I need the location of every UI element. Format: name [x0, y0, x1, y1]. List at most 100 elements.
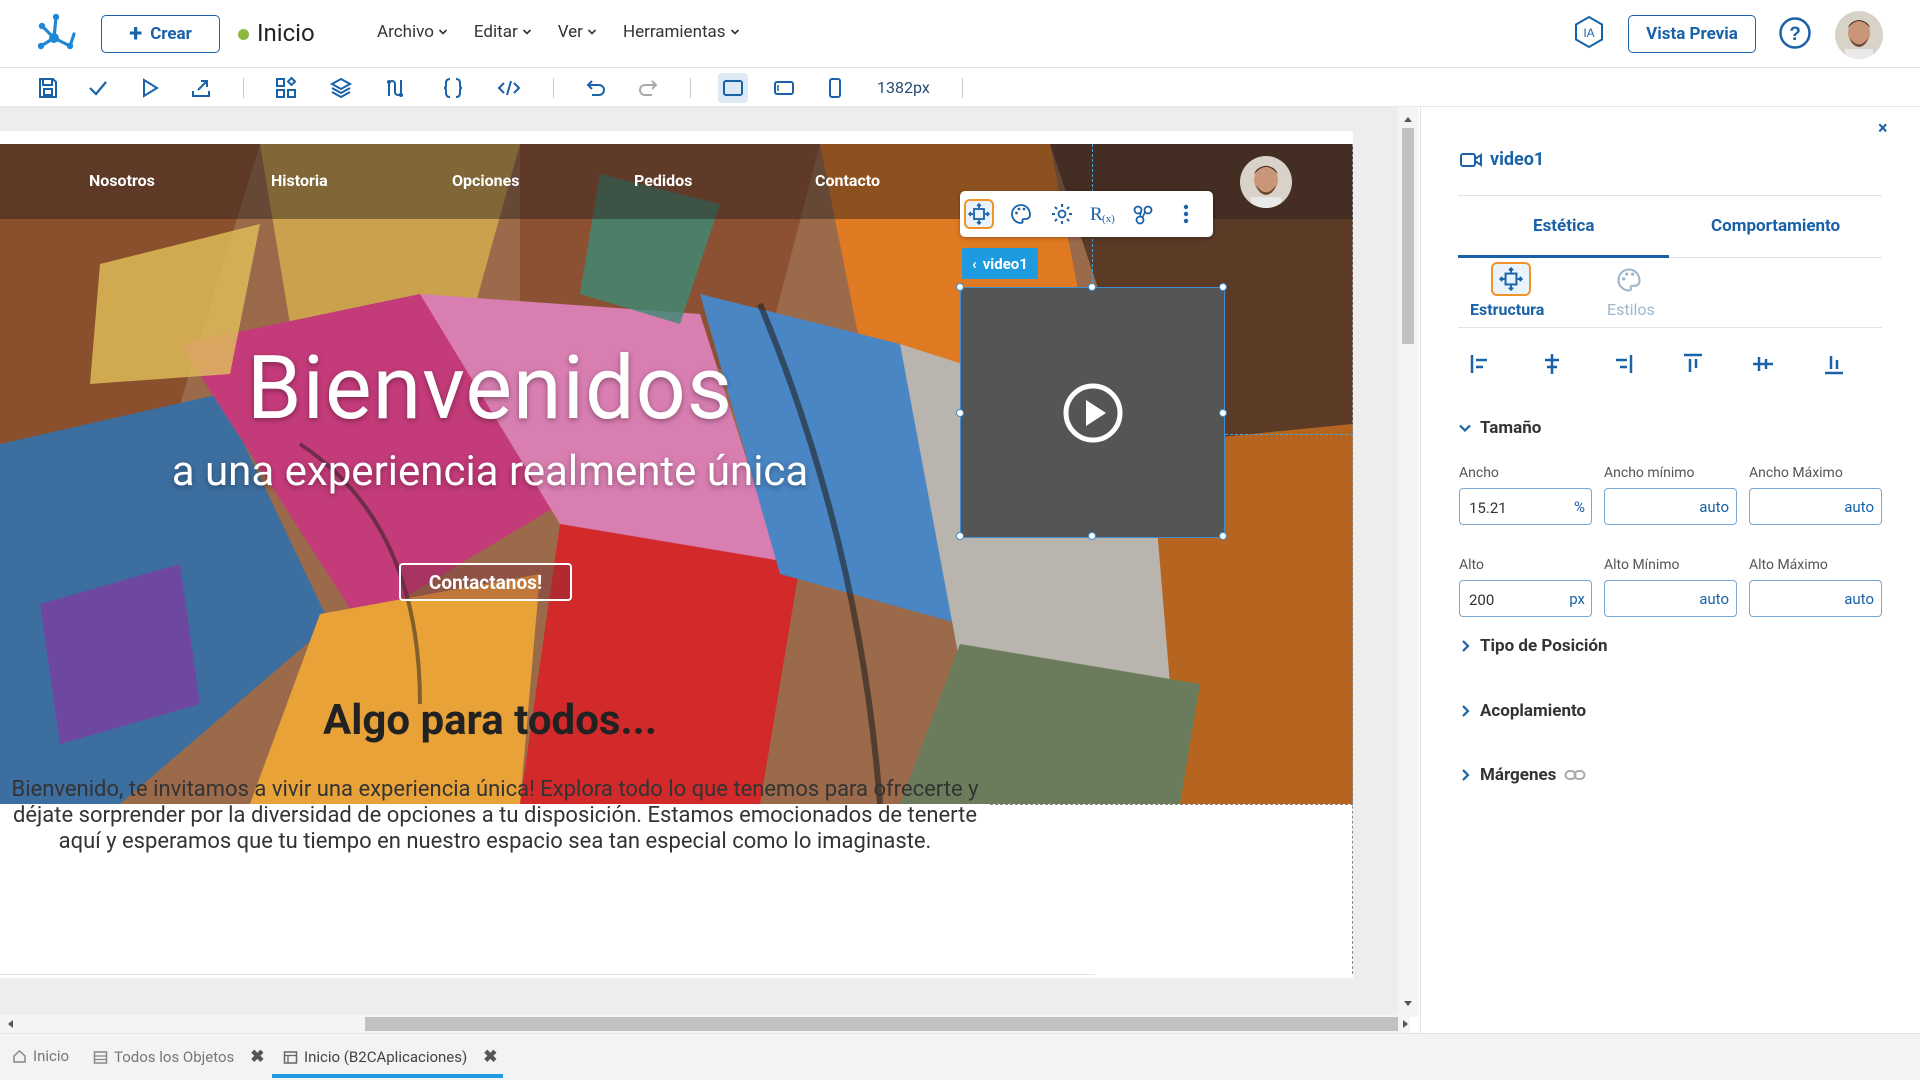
site-avatar[interactable] [1240, 156, 1292, 208]
page-preview: Nosotros Historia Opciones Pedidos Conta… [0, 131, 1353, 978]
layers-icon[interactable] [329, 76, 353, 100]
bottom-tab-label: Todos los Objetos [114, 1048, 235, 1066]
align-left-icon[interactable] [1467, 350, 1495, 378]
tab-comportamiento[interactable]: Comportamiento [1711, 216, 1840, 236]
menu-archivo[interactable]: Archivo [377, 22, 448, 42]
section-acoplamiento[interactable]: Acoplamiento [1458, 701, 1586, 721]
height-field[interactable]: 200 px [1459, 580, 1592, 617]
move-icon[interactable] [964, 199, 994, 229]
vertical-scrollbar-thumb[interactable] [1402, 128, 1414, 344]
desktop-view-icon[interactable] [721, 76, 745, 100]
undo-icon[interactable] [584, 76, 608, 100]
scroll-down-icon[interactable] [1398, 996, 1418, 1012]
resize-handle[interactable] [956, 283, 964, 291]
toolbar-separator [243, 78, 244, 98]
section-tipo-de-posicion[interactable]: Tipo de Posición [1458, 636, 1608, 656]
resize-handle[interactable] [1219, 409, 1227, 417]
toolbar: 1382px [0, 69, 1920, 107]
resize-handle[interactable] [1219, 532, 1227, 540]
bottom-tab-inicio[interactable]: Inicio [12, 1047, 69, 1065]
resize-handle[interactable] [956, 409, 964, 417]
contact-button[interactable]: Contactanos! [399, 563, 572, 601]
palette-icon[interactable] [1006, 199, 1036, 229]
horizontal-scrollbar-thumb[interactable] [365, 1017, 1398, 1031]
play-icon[interactable] [138, 76, 162, 100]
components-icon[interactable] [274, 76, 298, 100]
code-icon[interactable] [497, 76, 521, 100]
braces-icon[interactable] [441, 76, 465, 100]
card-body-line: déjate sorprender por la diversidad de o… [12, 803, 978, 828]
rules-icon[interactable]: R (x) [1088, 199, 1118, 229]
page-icon [283, 1050, 298, 1064]
mobile-view-icon[interactable] [823, 76, 847, 100]
menu-ver[interactable]: Ver [558, 22, 597, 42]
nav-link-pedidos[interactable]: Pedidos [634, 171, 692, 190]
align-bottom-icon[interactable] [1820, 350, 1848, 378]
save-icon[interactable] [36, 76, 60, 100]
align-center-vertical-icon[interactable] [1749, 350, 1777, 378]
resize-handle[interactable] [1088, 283, 1096, 291]
nav-link-contacto[interactable]: Contacto [815, 171, 880, 190]
bottom-tab-inicio-b2c[interactable]: Inicio (B2CAplicaciones) ✖ [283, 1047, 497, 1067]
user-avatar[interactable] [1835, 11, 1883, 59]
subtab-estilos[interactable]: Estilos [1607, 300, 1655, 319]
design-canvas[interactable]: Nosotros Historia Opciones Pedidos Conta… [0, 107, 1405, 1033]
width-unit[interactable]: % [1574, 498, 1585, 516]
settings-gear-icon[interactable] [1047, 199, 1077, 229]
min-height-field[interactable]: auto [1604, 580, 1737, 617]
close-tab-icon[interactable]: ✖ [483, 1047, 497, 1067]
nav-link-opciones[interactable]: Opciones [452, 171, 519, 190]
resize-handle[interactable] [1088, 532, 1096, 540]
scroll-right-icon[interactable] [1398, 1015, 1414, 1033]
page-bottom-line [0, 974, 1095, 975]
preview-button[interactable]: Vista Previa [1628, 15, 1756, 53]
menu-label: Editar [473, 22, 518, 42]
ai-assistant-icon[interactable]: IA [1572, 15, 1606, 49]
tablet-view-icon[interactable] [772, 76, 796, 100]
close-icon[interactable]: × [1878, 118, 1888, 139]
max-height-field[interactable]: auto [1749, 580, 1882, 617]
check-icon[interactable] [86, 76, 110, 100]
bottom-tab-todos-los-objetos[interactable]: Todos los Objetos ✖ [93, 1047, 265, 1067]
nav-link-historia[interactable]: Historia [271, 171, 328, 190]
export-icon[interactable] [189, 76, 213, 100]
width-field[interactable]: 15.21 % [1459, 488, 1592, 525]
variables-icon[interactable] [384, 76, 408, 100]
selected-element-tag[interactable]: ‹ video1 [962, 248, 1038, 279]
structure-icon[interactable] [1491, 262, 1531, 296]
scroll-left-icon[interactable] [3, 1015, 19, 1033]
menu-editar[interactable]: Editar [474, 22, 532, 42]
play-circle-icon[interactable] [1062, 382, 1124, 444]
menu-herramientas[interactable]: Herramientas [623, 22, 740, 42]
connections-icon[interactable] [1128, 199, 1158, 229]
hero-title: Bienvenidos [246, 337, 734, 440]
section-margenes[interactable]: Márgenes [1458, 765, 1586, 785]
align-center-horizontal-icon[interactable] [1538, 350, 1566, 378]
max-width-field[interactable]: auto [1749, 488, 1882, 525]
align-right-icon[interactable] [1608, 350, 1636, 378]
align-top-icon[interactable] [1679, 350, 1707, 378]
help-icon[interactable]: ? [1778, 16, 1812, 50]
card-body: Bienvenido, te invitamos a vivir una exp… [0, 777, 990, 855]
palette-icon[interactable] [1615, 266, 1643, 294]
min-width-field[interactable]: auto [1604, 488, 1737, 525]
video-element[interactable] [956, 283, 1227, 540]
resize-handle[interactable] [1219, 283, 1227, 291]
nav-link-nosotros[interactable]: Nosotros [89, 171, 155, 190]
chevron-right-icon [1462, 705, 1470, 717]
tab-estetica[interactable]: Estética [1533, 216, 1594, 236]
subtab-estructura[interactable]: Estructura [1470, 300, 1544, 319]
resize-handle[interactable] [956, 532, 964, 540]
field-label: Ancho mínimo [1604, 465, 1695, 481]
field-label: Alto Máximo [1749, 557, 1828, 573]
menu-label: Archivo [377, 22, 434, 42]
more-vertical-icon[interactable] [1171, 199, 1201, 229]
link-icon[interactable] [1564, 768, 1586, 782]
section-tamano[interactable]: Tamaño [1458, 418, 1541, 438]
app-logo-icon[interactable] [34, 12, 78, 56]
redo-icon[interactable] [636, 76, 660, 100]
create-button[interactable]: + Crear [101, 15, 220, 53]
scroll-up-icon[interactable] [1398, 111, 1418, 127]
close-tab-icon[interactable]: ✖ [250, 1047, 264, 1067]
height-unit[interactable]: px [1569, 590, 1585, 608]
